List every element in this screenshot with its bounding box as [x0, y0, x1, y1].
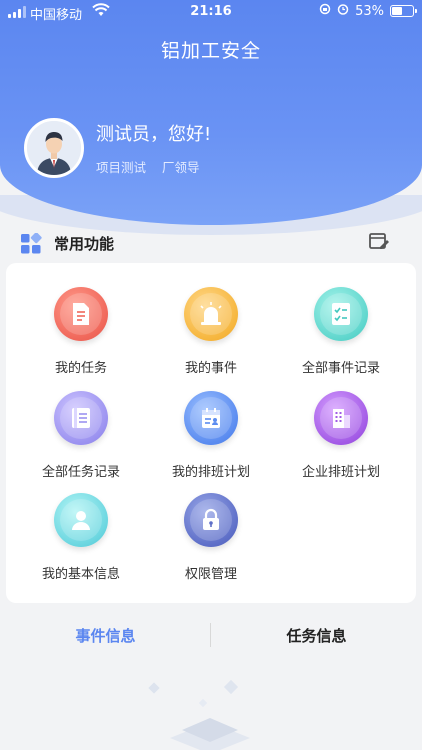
header-background [0, 0, 422, 225]
common-functions-header: 常用功能 [20, 230, 390, 256]
checklist-icon [314, 287, 368, 341]
func-my-tasks[interactable]: 我的任务 [16, 287, 146, 376]
user-icon [54, 493, 108, 547]
info-tabs: 事件信息 任务信息 [0, 615, 422, 659]
empty-state-illustration [130, 670, 290, 750]
rotation-lock-icon [319, 3, 331, 19]
func-label: 全部任务记录 [41, 465, 120, 480]
func-label: 全部事件记录 [301, 361, 380, 376]
func-my-schedule[interactable]: 我的排班计划 [146, 391, 276, 480]
alarm-clock-icon [337, 3, 349, 19]
calendar-user-icon [184, 391, 238, 445]
func-label: 我的事件 [184, 361, 237, 376]
document-icon [54, 287, 108, 341]
avatar[interactable] [24, 118, 84, 178]
func-label: 我的任务 [54, 361, 107, 376]
edit-icon[interactable] [368, 230, 390, 252]
func-label: 我的排班计划 [171, 465, 250, 480]
battery-percent: 53% [355, 3, 384, 19]
func-my-basic-info[interactable]: 我的基本信息 [16, 493, 146, 582]
battery-icon [390, 5, 417, 17]
func-all-event-records[interactable]: 全部事件记录 [276, 287, 406, 376]
status-bar: 中国移动 21:16 53% [0, 0, 422, 24]
func-permission-management[interactable]: 权限管理 [146, 493, 276, 582]
func-label: 权限管理 [184, 567, 237, 582]
list-icon [54, 391, 108, 445]
app-title: 铝加工安全 [160, 40, 261, 62]
tab-task-info[interactable]: 任务信息 [211, 625, 422, 646]
func-my-events[interactable]: 我的事件 [146, 287, 276, 376]
profile-meta: 项目测试 厂领导 [96, 157, 200, 176]
lock-icon [184, 493, 238, 547]
user-role: 厂领导 [162, 160, 200, 175]
func-label: 企业排班计划 [301, 465, 380, 480]
tab-event-info[interactable]: 事件信息 [0, 625, 211, 646]
building-icon [314, 391, 368, 445]
greeting-text: 测试员，您好! [96, 124, 212, 145]
func-label: 我的基本信息 [41, 567, 120, 582]
func-all-task-records[interactable]: 全部任务记录 [16, 391, 146, 480]
section-title: 常用功能 [54, 235, 115, 253]
project-name: 项目测试 [96, 160, 147, 175]
apps-grid-icon [20, 232, 42, 255]
alarm-light-icon [184, 287, 238, 341]
functions-card: 我的任务 我的事件 全部事件记录 全部任务记录 我的排班计划 企业排班计划 我的… [6, 263, 416, 603]
func-enterprise-schedule[interactable]: 企业排班计划 [276, 391, 406, 480]
